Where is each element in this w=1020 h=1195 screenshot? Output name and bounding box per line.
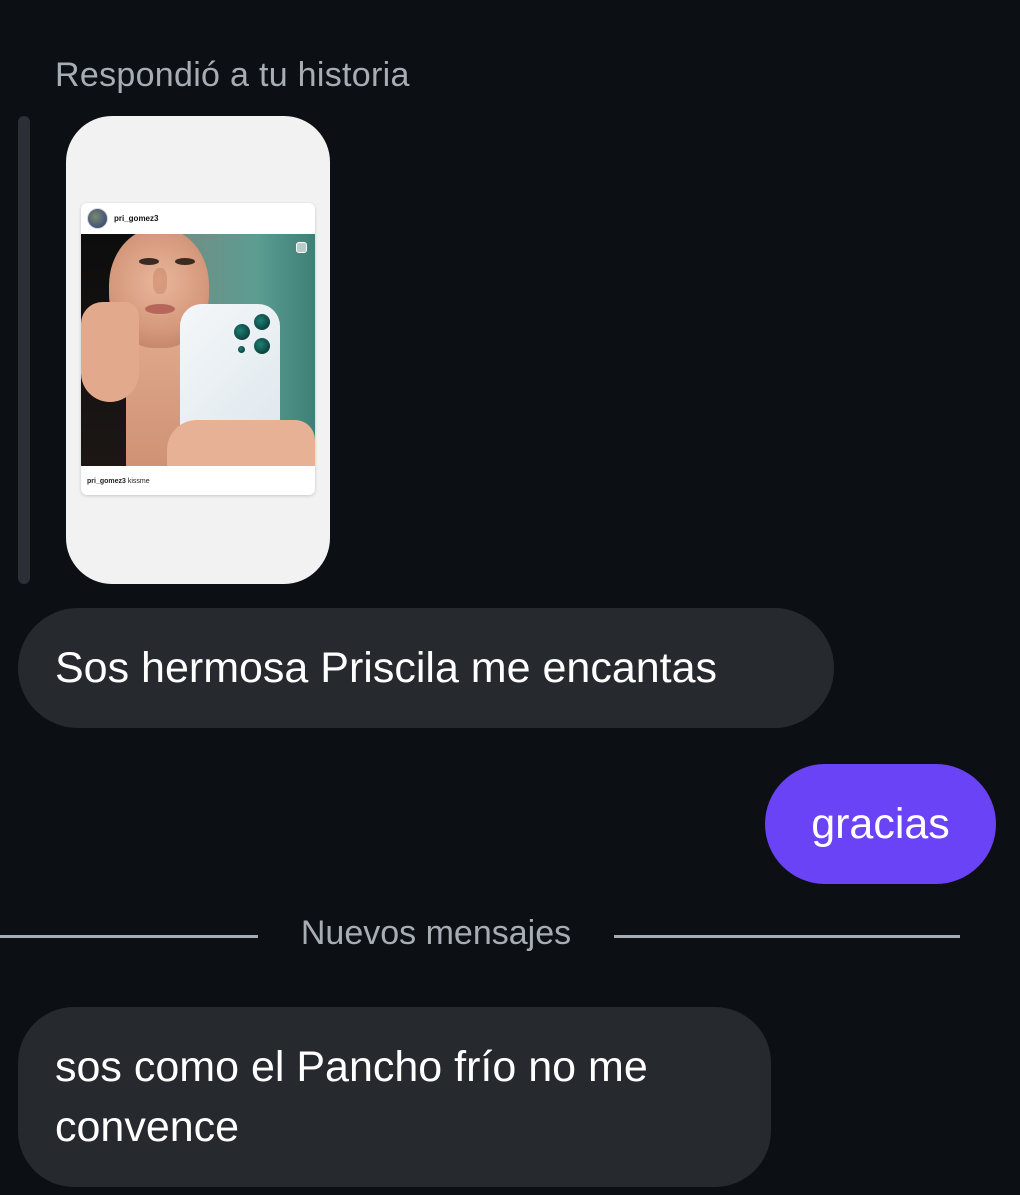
post-username: pri_gomez3: [114, 214, 159, 223]
new-messages-divider-label: Nuevos mensajes: [300, 914, 572, 952]
post-header: pri_gomez3: [81, 203, 315, 234]
story-preview-card[interactable]: pri_gomez3 pri_gomez3 kissme: [66, 116, 330, 584]
message-text: Sos hermosa Priscila me encantas: [55, 644, 718, 692]
reply-context-label: Respondió a tu historia: [55, 56, 410, 94]
multi-image-icon: [296, 242, 307, 253]
photo-nose: [153, 268, 167, 294]
camera-flash: [238, 346, 245, 353]
divider-line-left: [0, 935, 258, 938]
post-caption: pri_gomez3 kissme: [87, 478, 150, 485]
photo-hand: [167, 420, 315, 466]
photo-eye: [175, 258, 195, 265]
camera-lens: [254, 338, 270, 354]
message-text: gracias: [811, 800, 950, 848]
message-bubble-received[interactable]: Sos hermosa Priscila me encantas: [18, 608, 834, 728]
photo-hand: [81, 302, 139, 402]
camera-lens: [254, 314, 270, 330]
divider-line-right: [614, 935, 960, 938]
photo-eye: [139, 258, 159, 265]
caption-text: kissme: [127, 478, 150, 485]
message-bubble-received[interactable]: sos como el Pancho frío no me convence: [18, 1007, 771, 1187]
caption-username: pri_gomez3: [87, 478, 126, 485]
avatar: [87, 208, 108, 229]
message-bubble-sent[interactable]: gracias: [765, 764, 996, 884]
reply-quote-bar: [18, 116, 30, 584]
message-text: sos como el Pancho frío no me convence: [55, 1043, 648, 1151]
story-post: pri_gomez3 pri_gomez3 kissme: [81, 203, 315, 495]
photo-lips: [145, 304, 175, 314]
camera-lens: [234, 324, 250, 340]
post-photo: [81, 234, 315, 466]
